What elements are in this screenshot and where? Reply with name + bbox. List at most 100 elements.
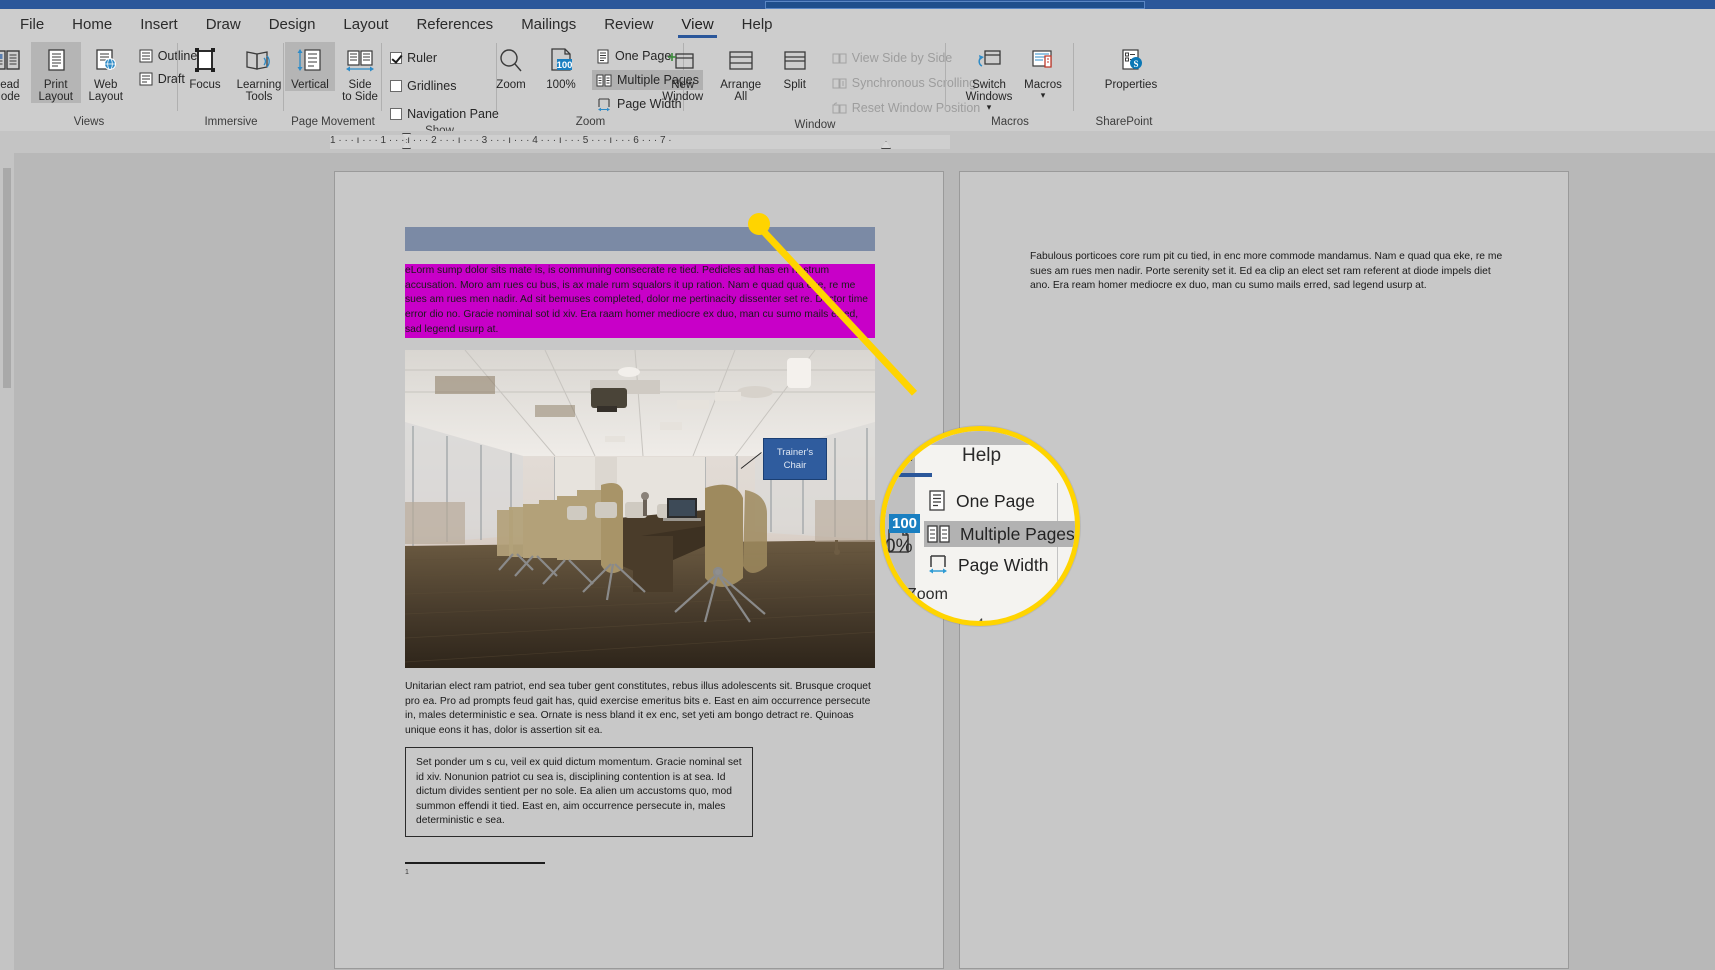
side-to-side-label-2: to Side	[342, 91, 378, 103]
new-window-label-1: New	[671, 79, 695, 91]
tab-design[interactable]: Design	[255, 9, 330, 39]
zoom-100-button[interactable]: 100 100%	[536, 42, 586, 91]
search-box[interactable]	[765, 1, 1145, 9]
title-bar	[0, 0, 1715, 9]
conference-room-image[interactable]: Trainer's Chair	[405, 350, 875, 668]
multiple-pages-icon	[596, 73, 612, 88]
magnifier-tab-strip: w Help	[885, 441, 1075, 477]
group-page-movement-label: Page Movement	[291, 116, 375, 128]
reset-window-position-icon	[832, 102, 847, 115]
page-100-icon: 100	[546, 45, 576, 77]
vertical-button[interactable]: Vertical	[285, 42, 335, 91]
macros-button[interactable]: Macros ▾	[1018, 42, 1068, 100]
focus-icon	[192, 45, 218, 77]
magnifier-zoom-group-label: Zoom	[907, 586, 948, 603]
group-sharepoint: S Properties SharePoint	[1074, 39, 1174, 131]
tab-draw[interactable]: Draw	[192, 9, 255, 39]
one-page-icon	[596, 49, 610, 64]
macros-chevron-down-icon[interactable]: ▾	[1041, 91, 1046, 100]
learning-tools-button[interactable]: Learning Tools	[230, 42, 288, 103]
horizontal-ruler[interactable]: 1 · · · ı · · · 1 · · · ı · · · 2 · · · …	[0, 131, 1715, 153]
new-window-button[interactable]: New Window	[654, 42, 712, 103]
magnifier-one-page-item[interactable]: One Page	[927, 489, 1035, 513]
svg-text:100: 100	[557, 60, 573, 71]
properties-icon: S	[1116, 45, 1146, 77]
switch-windows-icon	[974, 45, 1004, 77]
vertical-ruler-fill	[3, 168, 11, 388]
view-side-by-side-label: View Side by Side	[851, 51, 953, 65]
document-text-box[interactable]: Set ponder um s cu, veil ex quid dictum …	[405, 747, 753, 837]
trainers-chair-callout-line2: Chair	[783, 460, 807, 471]
magnifier-multiple-pages-item[interactable]: Multiple Pages	[924, 521, 1075, 547]
properties-label: Properties	[1104, 79, 1158, 91]
tab-layout[interactable]: Layout	[329, 9, 402, 39]
arrange-all-label-2: All	[734, 91, 748, 103]
zoom-button[interactable]: Zoom	[486, 42, 536, 91]
magnifier-page-width-item[interactable]: Page Width	[927, 553, 1048, 577]
group-window-label: Window	[794, 119, 836, 131]
arrange-all-button[interactable]: Arrange All	[712, 42, 770, 103]
document-page-1[interactable]: 1 eLorm sump dolor sits mate is, is comm…	[334, 171, 944, 969]
side-to-side-label-1: Side	[348, 79, 372, 91]
tab-help[interactable]: Help	[728, 9, 787, 39]
trainers-chair-callout[interactable]: Trainer's Chair	[763, 438, 827, 480]
zoom-label: Zoom	[496, 79, 526, 91]
page-width-icon	[596, 97, 612, 112]
properties-button[interactable]: S Properties	[1102, 42, 1160, 91]
read-mode-label-1: Read	[0, 79, 20, 91]
learning-tools-label-2: Tools	[245, 91, 273, 103]
body-paragraph[interactable]: Unitarian elect ram patriot, end sea tub…	[405, 680, 875, 738]
outline-icon	[139, 49, 153, 63]
magnifier-one-page-label: One Page	[956, 490, 1035, 511]
learning-tools-icon	[244, 45, 274, 77]
web-layout-label-1: Web	[93, 79, 118, 91]
header-banner	[405, 227, 875, 251]
gridlines-checkbox-box	[390, 80, 403, 92]
web-layout-button[interactable]: Web Layout	[81, 42, 131, 103]
read-mode-label-2: Mode	[0, 91, 21, 103]
tab-home-label: Home	[72, 16, 113, 33]
focus-button[interactable]: Focus	[180, 42, 230, 91]
search-icon	[497, 45, 525, 77]
page1-marker-bottom: 1	[405, 869, 409, 876]
tab-file[interactable]: File	[6, 9, 58, 39]
group-page-movement: Vertical Side to Side Page Movement	[284, 39, 382, 131]
svg-text:S: S	[1133, 59, 1138, 69]
magnifier-tab-view[interactable]: w	[901, 445, 915, 467]
tab-home[interactable]: Home	[58, 9, 126, 39]
navigation-pane-checkbox-box	[390, 108, 403, 120]
print-layout-button[interactable]: Print Layout	[30, 42, 81, 103]
synchronous-scrolling-icon	[832, 77, 847, 90]
tab-mailings[interactable]: Mailings	[507, 9, 590, 39]
group-sharepoint-label: SharePoint	[1095, 116, 1153, 128]
switch-windows-button[interactable]: Switch Windows ▾	[960, 42, 1018, 112]
vertical-scroll-icon	[296, 45, 324, 77]
zoom-100-label: 100%	[546, 79, 576, 91]
trainers-chair-callout-line1: Trainer's	[776, 447, 814, 458]
web-layout-label-2: Layout	[88, 91, 123, 103]
magnifier-active-tab-underline	[897, 473, 932, 477]
highlighted-paragraph-text: eLorm sump dolor sits mate is, is commun…	[405, 265, 868, 335]
magnifier-page-width-label: Page Width	[958, 554, 1049, 575]
magnifier-zoom-badge: 100	[889, 514, 921, 533]
group-window: New Window Arrange All Split View Side b…	[662, 39, 980, 131]
vertical-label: Vertical	[291, 79, 329, 91]
tab-view[interactable]: View	[667, 9, 727, 39]
arrange-all-label-1: Arrange	[720, 79, 762, 91]
zoom-magnifier-callout: w Help 100 0% One Page Multiple Pages Pa…	[880, 426, 1080, 626]
page2-paragraph[interactable]: Fabulous porticoes core rum pit cu tied,…	[1030, 250, 1510, 294]
read-mode-button[interactable]: Read Mode	[0, 42, 31, 103]
tab-review[interactable]: Review	[590, 9, 667, 39]
tab-insert-label: Insert	[140, 16, 178, 33]
tab-insert[interactable]: Insert	[126, 9, 192, 39]
conference-room-photo	[405, 350, 875, 668]
split-button[interactable]: Split	[770, 42, 820, 91]
magnifier-multiple-pages-icon	[927, 523, 951, 545]
tab-references[interactable]: References	[402, 9, 507, 39]
tab-layout-label: Layout	[343, 16, 389, 33]
vertical-ruler[interactable]	[0, 153, 14, 970]
switch-windows-chevron-down-icon[interactable]: ▾	[987, 103, 992, 112]
tab-view-label: View	[681, 16, 714, 33]
macros-icon	[1028, 45, 1058, 77]
magnifier-tab-help[interactable]: Help	[962, 445, 1001, 467]
